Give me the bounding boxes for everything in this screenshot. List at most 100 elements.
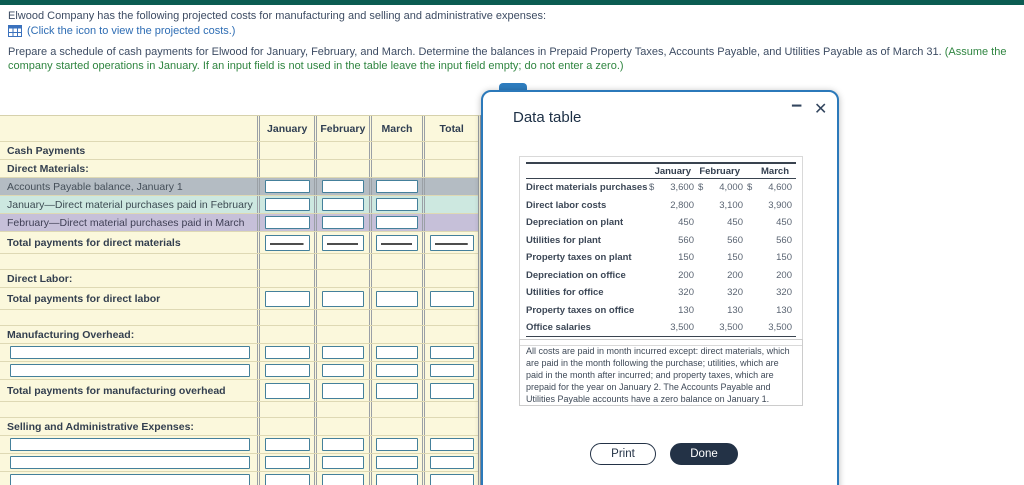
- data-table-row: Depreciation on office 200 200 200: [526, 267, 796, 285]
- data-table-value-cell: 3,500: [647, 322, 696, 333]
- worksheet-input-feb[interactable]: [321, 382, 365, 399]
- worksheet-label-input[interactable]: [10, 346, 251, 359]
- worksheet-input-jan[interactable]: [264, 234, 310, 251]
- worksheet-row: [0, 254, 478, 270]
- data-table-value-cell: 130: [745, 305, 794, 316]
- worksheet-input-mar[interactable]: [376, 346, 418, 359]
- worksheet-input-feb[interactable]: [321, 216, 365, 229]
- cell-jan: [257, 472, 314, 485]
- worksheet-input-feb[interactable]: [321, 474, 365, 485]
- data-table-value: 450: [678, 217, 694, 229]
- worksheet-input-jan[interactable]: [264, 216, 310, 229]
- cell-mar: [368, 270, 423, 287]
- cell-jan: [257, 344, 314, 361]
- projected-costs-table-icon[interactable]: [8, 25, 22, 37]
- cell-mar: [368, 362, 423, 379]
- data-table-value-cell: 3,500: [745, 322, 794, 333]
- cell-mar: [368, 288, 423, 309]
- worksheet-row: [0, 344, 478, 362]
- worksheet-input-feb[interactable]: [321, 234, 365, 251]
- data-table-column-february: February: [699, 165, 740, 177]
- worksheet-input-feb[interactable]: [321, 438, 365, 451]
- worksheet-input-tot[interactable]: [429, 382, 474, 399]
- row-label: [0, 362, 257, 379]
- worksheet-input-feb[interactable]: [321, 364, 365, 377]
- row-label: Total payments for direct labor: [7, 292, 161, 305]
- worksheet-input-feb[interactable]: [321, 456, 365, 469]
- data-table-row-label: Property taxes on plant: [526, 252, 632, 264]
- worksheet-input-tot[interactable]: [429, 290, 474, 307]
- worksheet-input-jan[interactable]: [264, 438, 310, 451]
- worksheet-input-tot[interactable]: [429, 234, 474, 251]
- worksheet-label-input[interactable]: [10, 474, 251, 485]
- worksheet-input-mar[interactable]: [376, 364, 418, 377]
- worksheet-input-jan[interactable]: [264, 456, 310, 469]
- cell-tot: [422, 232, 478, 253]
- worksheet-input-mar[interactable]: [376, 456, 418, 469]
- done-button[interactable]: Done: [670, 443, 738, 465]
- cell-mar: [368, 402, 423, 417]
- problem-intro-text: Elwood Company has the following project…: [8, 10, 547, 22]
- data-table-dialog: Data table − ✕ January February March Dire…: [481, 90, 839, 485]
- worksheet-input-tot[interactable]: [429, 438, 474, 451]
- row-label: Direct Materials:: [7, 162, 89, 175]
- worksheet-row-cash-payments: Cash Payments: [0, 142, 478, 160]
- page: Elwood Company has the following project…: [0, 0, 1024, 485]
- data-table-value-cell: 3,900: [745, 200, 794, 211]
- cell-mar: [368, 160, 423, 177]
- worksheet-input-feb[interactable]: [321, 346, 365, 359]
- row-label: [0, 402, 257, 417]
- cell-tot: [422, 254, 478, 269]
- worksheet-input-mar[interactable]: [376, 438, 418, 451]
- cell-feb: [314, 178, 369, 195]
- worksheet-input-mar[interactable]: [376, 382, 418, 399]
- data-table-row: Property taxes on office 130 130 130: [526, 302, 796, 320]
- worksheet-input-jan[interactable]: [264, 364, 310, 377]
- worksheet-label-input[interactable]: [10, 438, 251, 451]
- data-table-row: Direct labor costs 2,800 3,100 3,900: [526, 197, 796, 215]
- data-table-value-cell: 150: [696, 252, 745, 263]
- projected-costs-hint[interactable]: (Click the icon to view the projected co…: [27, 25, 235, 37]
- worksheet-input-mar[interactable]: [376, 290, 418, 307]
- cell-jan: [257, 214, 314, 231]
- worksheet-row-direct-labor: Direct Labor:: [0, 270, 478, 288]
- data-table-value: 130: [727, 304, 743, 316]
- data-table-value: 200: [776, 269, 792, 281]
- worksheet-input-jan[interactable]: [264, 290, 310, 307]
- data-table-value: 320: [678, 287, 694, 299]
- data-table-value-cell: 560: [696, 235, 745, 246]
- worksheet-input-tot[interactable]: [429, 456, 474, 469]
- worksheet-input-jan[interactable]: [264, 346, 310, 359]
- cell-jan: [257, 196, 314, 213]
- worksheet-input-tot[interactable]: [429, 346, 474, 359]
- cell-feb: [314, 232, 369, 253]
- cell-mar: [368, 418, 423, 435]
- print-button[interactable]: Print: [590, 443, 656, 465]
- worksheet-input-jan[interactable]: [264, 382, 310, 399]
- cell-mar: [368, 310, 423, 325]
- worksheet-input-feb[interactable]: [321, 180, 365, 193]
- worksheet-input-jan[interactable]: [264, 474, 310, 485]
- worksheet-input-mar[interactable]: [376, 198, 418, 211]
- cell-mar: [368, 380, 423, 401]
- minimize-icon[interactable]: −: [791, 96, 802, 118]
- worksheet-input-tot[interactable]: [429, 364, 474, 377]
- row-label: Total payments for manufacturing overhea…: [7, 384, 226, 397]
- worksheet-input-feb[interactable]: [321, 198, 365, 211]
- close-icon[interactable]: ✕: [814, 99, 827, 119]
- worksheet-label-input[interactable]: [10, 456, 251, 469]
- worksheet-input-mar[interactable]: [376, 180, 418, 193]
- worksheet-input-mar[interactable]: [376, 216, 418, 229]
- column-header-march: March: [368, 116, 423, 141]
- cell-feb: [314, 362, 369, 379]
- worksheet-input-jan[interactable]: [264, 198, 310, 211]
- worksheet-input-jan[interactable]: [264, 180, 310, 193]
- worksheet-input-feb[interactable]: [321, 290, 365, 307]
- worksheet-input-mar[interactable]: [376, 234, 418, 251]
- worksheet-input-mar[interactable]: [376, 474, 418, 485]
- cell-feb: [314, 454, 369, 471]
- worksheet-row-total-payments-for-manufacturing-overhead: Total payments for manufacturing overhea…: [0, 380, 478, 402]
- worksheet-row-total-payments-for-direct-materials: Total payments for direct materials: [0, 232, 478, 254]
- worksheet-input-tot[interactable]: [429, 474, 474, 485]
- worksheet-label-input[interactable]: [10, 364, 251, 377]
